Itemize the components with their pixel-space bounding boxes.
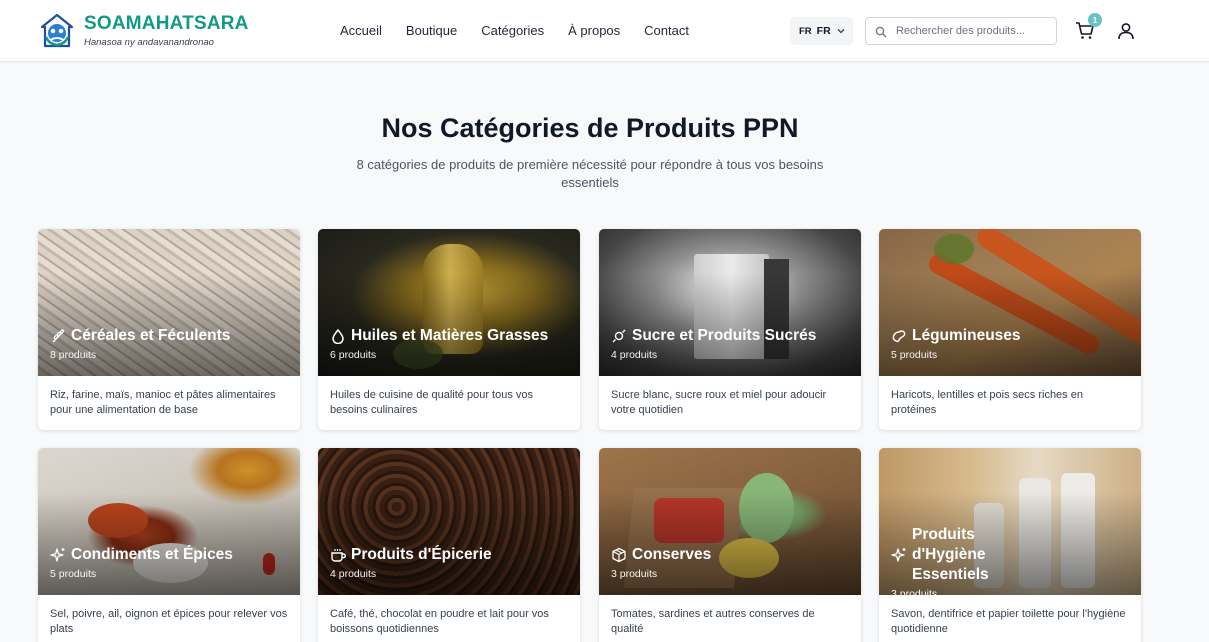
category-description: Café, thé, chocolat en poudre et lait po… — [330, 608, 549, 635]
category-description: Huiles de cuisine de qualité pour tous v… — [330, 389, 534, 416]
wheat-icon — [52, 329, 65, 343]
category-card[interactable]: Produits d'Épicerie 4 produits Café, thé… — [318, 448, 580, 642]
category-name: Légumineuses — [912, 327, 1021, 344]
category-count: 5 produits — [50, 568, 97, 580]
package-icon — [612, 547, 626, 563]
category-description: Sucre blanc, sucre roux et miel pour ado… — [611, 389, 827, 416]
chevron-down-icon — [837, 29, 845, 34]
category-count: 3 produits — [611, 568, 658, 580]
coffee-icon — [331, 549, 346, 562]
category-card[interactable]: Sucre et Produits Sucrés 4 produits Sucr… — [599, 229, 861, 430]
category-name: Produits d'Épicerie — [351, 546, 492, 563]
language-selector[interactable]: FR FR — [790, 17, 853, 45]
nav-a-propos[interactable]: À propos — [568, 23, 620, 38]
category-name: Sucre et Produits Sucrés — [632, 327, 817, 344]
brand[interactable]: SOAMAHATSARA Hanasoa ny andavanandronao — [84, 13, 249, 48]
category-card[interactable]: Produits d'Hygiène Essentiels 3 produits… — [879, 448, 1141, 642]
category-card[interactable]: Conserves 3 produits Tomates, sardines e… — [599, 448, 861, 642]
category-name: Produits d'Hygiène Essentiels — [912, 526, 989, 583]
category-description: Haricots, lentilles et pois secs riches … — [891, 389, 1083, 416]
logo-icon[interactable] — [40, 13, 74, 49]
droplet-icon — [332, 328, 344, 344]
category-count: 8 produits — [50, 349, 97, 361]
search-icon — [875, 26, 887, 38]
category-description: Sel, poivre, ail, oignon et épices pour … — [50, 608, 288, 635]
bean-icon — [892, 330, 906, 343]
category-name: Céréales et Féculents — [71, 327, 231, 344]
page-title: Nos Catégories de Produits PPN — [381, 113, 799, 143]
category-count: 5 produits — [891, 349, 938, 361]
category-name: Huiles et Matières Grasses — [351, 327, 549, 344]
category-card[interactable]: Huiles et Matières Grasses 6 produits Hu… — [318, 229, 580, 430]
search-box[interactable] — [865, 17, 1057, 45]
sparkles-icon — [891, 548, 906, 562]
category-count: 6 produits — [330, 349, 377, 361]
site-header: SOAMAHATSARA Hanasoa ny andavanandronao … — [0, 0, 1209, 62]
page-subtitle: 8 catégories de produits de première néc… — [356, 157, 824, 190]
category-name: Conserves — [632, 546, 712, 563]
category-description: Savon, dentifrice et papier toilette pou… — [891, 608, 1126, 635]
sparkles-icon — [50, 548, 65, 562]
category-count: 4 produits — [330, 568, 377, 580]
nav-contact[interactable]: Contact — [644, 23, 689, 38]
cart-count-badge: 1 — [1088, 13, 1102, 27]
language-code: FR — [816, 25, 831, 37]
nav-accueil[interactable]: Accueil — [340, 23, 382, 38]
language-flag: FR — [799, 25, 812, 37]
brand-name: SOAMAHATSARA — [84, 13, 249, 34]
category-description: Tomates, sardines et autres conserves de… — [611, 608, 815, 635]
brand-tagline: Hanasoa ny andavanandronao — [84, 37, 214, 48]
user-icon[interactable] — [1117, 22, 1135, 40]
category-description: Riz, farine, maïs, manioc et pâtes alime… — [50, 389, 276, 416]
candy-icon — [612, 329, 626, 343]
category-card[interactable]: Condiments et Épices 5 produits Sel, poi… — [38, 448, 300, 642]
category-name: Condiments et Épices — [71, 546, 233, 563]
category-card[interactable]: Céréales et Féculents 8 produits Riz, fa… — [38, 229, 300, 430]
category-card[interactable]: Légumineuses 5 produits Haricots, lentil… — [879, 229, 1141, 430]
nav-categories[interactable]: Catégories — [481, 23, 544, 38]
category-count: 4 produits — [611, 349, 658, 361]
nav-boutique[interactable]: Boutique — [406, 23, 457, 38]
category-count: 3 produits — [891, 588, 938, 600]
main-nav: Accueil Boutique Catégories À propos Con… — [340, 23, 689, 38]
search-input[interactable] — [896, 22, 1051, 40]
